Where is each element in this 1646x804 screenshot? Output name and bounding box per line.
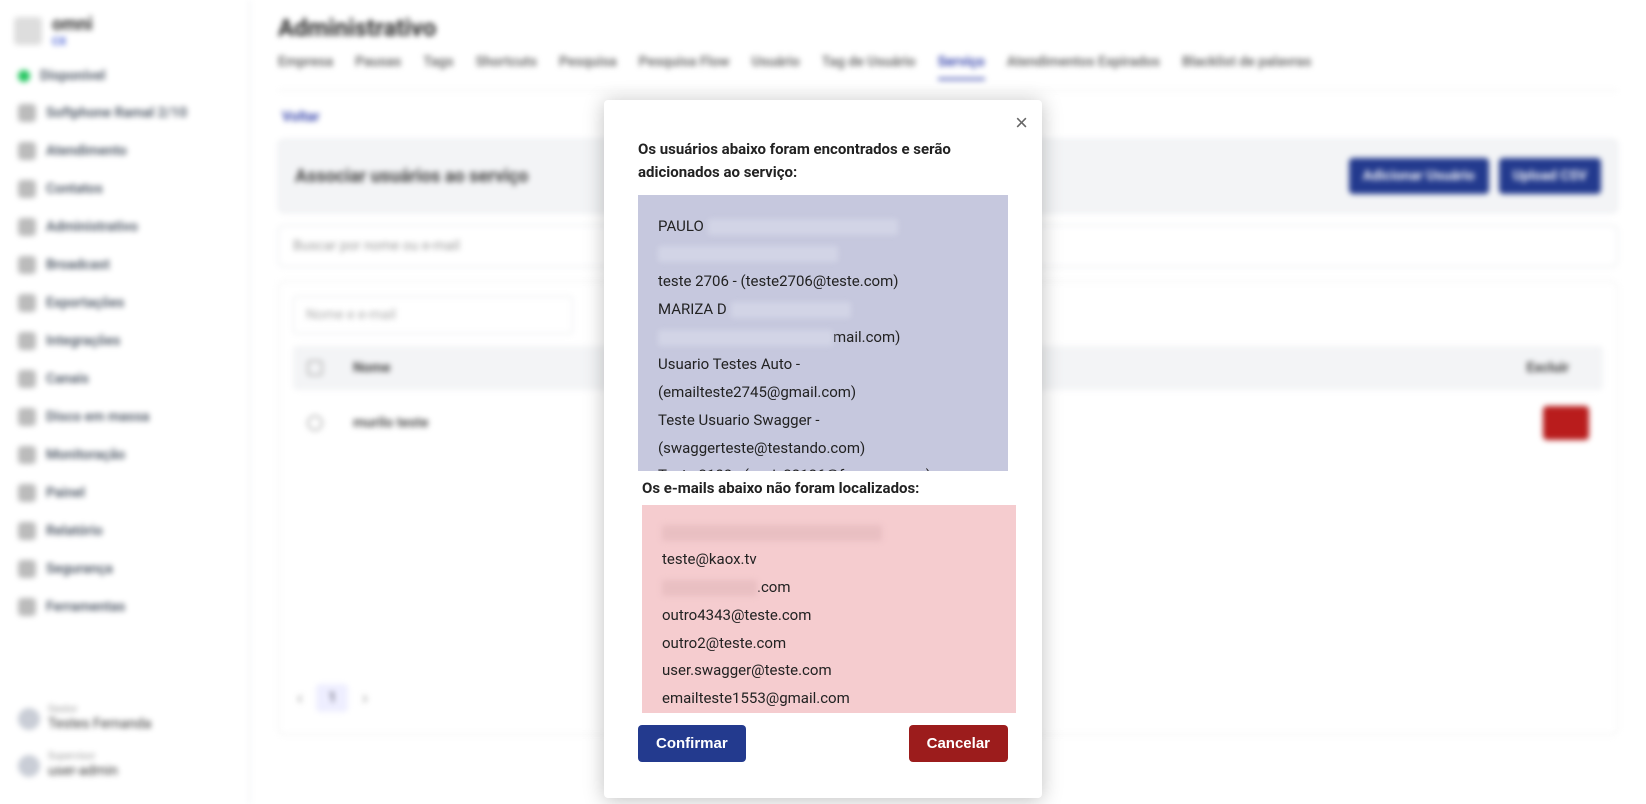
list-item: emailteste1553@gmail.com xyxy=(662,685,996,713)
redacted-text: xxxx xyxy=(662,580,757,596)
found-users-list: PAULO xxxxxxxxxx xxxxxxxxxx teste 2706 -… xyxy=(638,195,1008,471)
redacted-text: xxxxx xyxy=(731,302,851,318)
list-item: xxxxxxxxxx xyxy=(662,519,996,547)
list-item: Teste Usuario Swagger - (swaggerteste@te… xyxy=(658,407,988,463)
notfound-emails-list: xxxxxxxxxx teste@kaox.tv xxxx.com outro4… xyxy=(642,505,1016,713)
modal-found-label: Os usuários abaixo foram encontrados e s… xyxy=(604,100,1042,195)
list-item-text: .com xyxy=(757,578,791,596)
list-item: user.swagger@teste.com xyxy=(662,657,996,685)
list-item-text: MARIZA D xyxy=(658,300,727,318)
list-item: xxxxxxxxxxmail.com) xyxy=(658,324,988,352)
list-item: Usuario Testes Auto - (emailteste2745@gm… xyxy=(658,351,988,407)
list-item: outro2@teste.com xyxy=(662,630,996,658)
confirm-button[interactable]: Confirmar xyxy=(638,725,746,762)
redacted-text: xxxxxxxxxx xyxy=(662,525,882,541)
modal-notfound-label: Os e-mails abaixo não foram localizados: xyxy=(604,471,1042,501)
list-item: teste 2706 - (teste2706@teste.com) xyxy=(658,268,988,296)
list-item: Teste 3108 - (soyix32126@funvane.com) xyxy=(658,462,988,470)
list-item-text: mail.com) xyxy=(833,328,900,346)
close-icon[interactable]: × xyxy=(1015,112,1028,134)
cancel-button[interactable]: Cancelar xyxy=(909,725,1008,762)
list-item: xxxxxxxxxx xyxy=(658,240,988,268)
modal-overlay: × Os usuários abaixo foram encontrados e… xyxy=(0,0,1646,804)
redacted-text: xxxxxxxxxx xyxy=(658,330,833,346)
list-item: teste@kaox.tv xyxy=(662,546,996,574)
redacted-text: xxxxxxxxxx xyxy=(708,219,898,235)
list-item: outro4343@teste.com xyxy=(662,602,996,630)
list-item: xxxx.com xyxy=(662,574,996,602)
list-item: PAULO xxxxxxxxxx xyxy=(658,213,988,241)
redacted-text: xxxxxxxxxx xyxy=(658,246,838,262)
list-item-text: PAULO xyxy=(658,217,704,235)
list-item: MARIZA D xxxxx xyxy=(658,296,988,324)
modal: × Os usuários abaixo foram encontrados e… xyxy=(604,100,1042,798)
